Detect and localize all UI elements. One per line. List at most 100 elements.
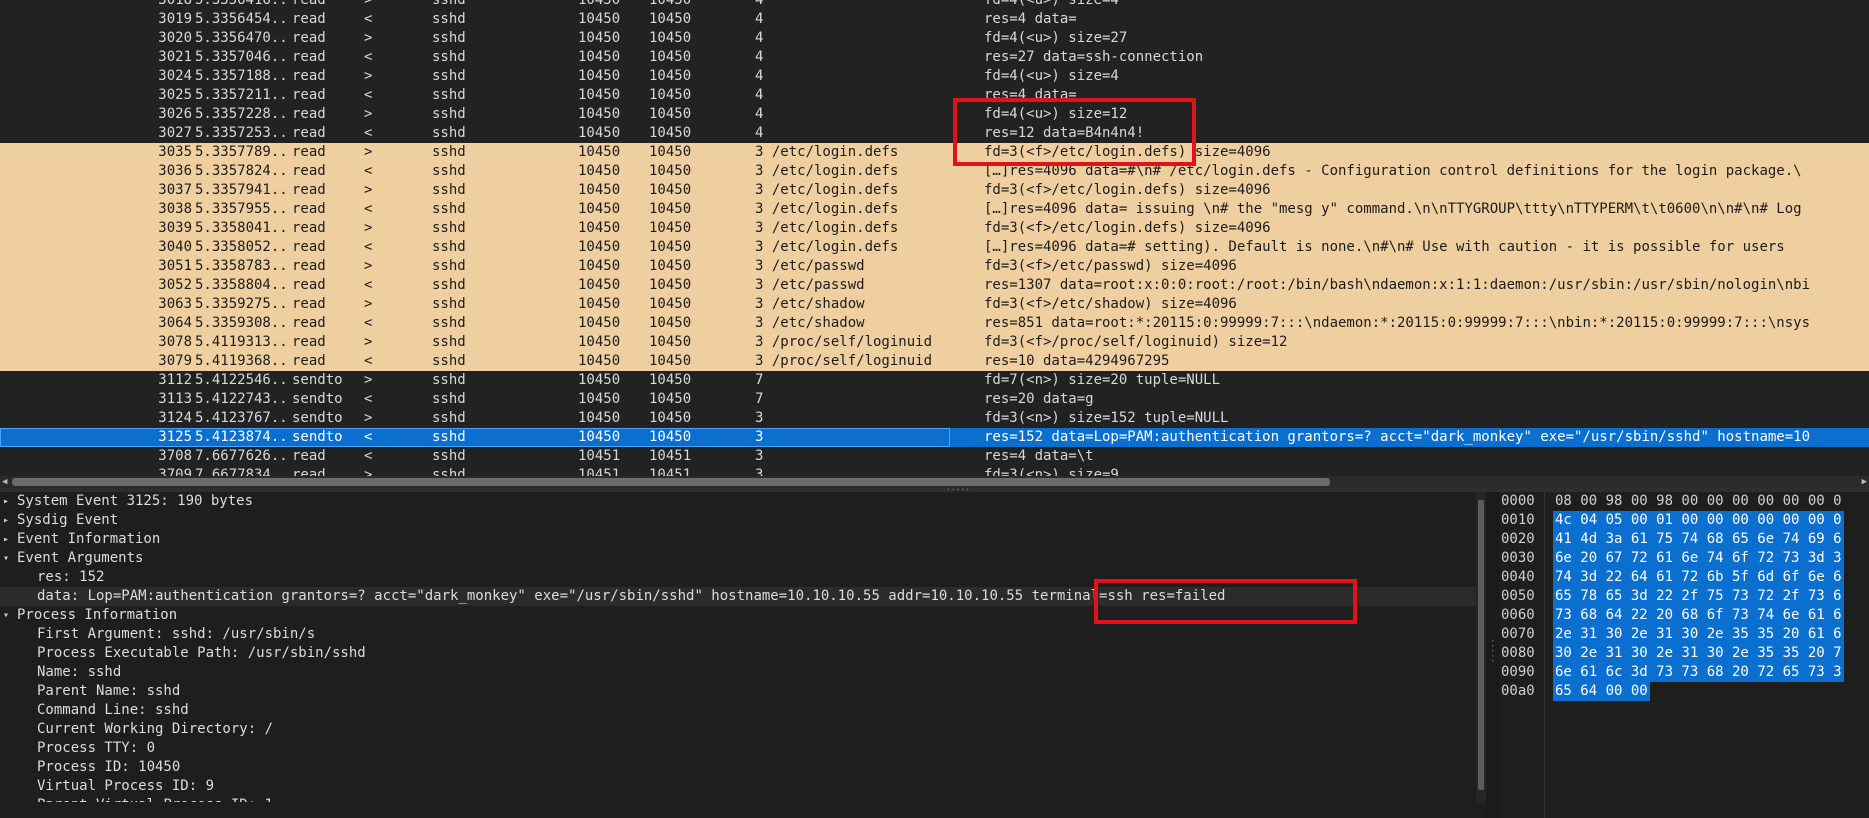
table-row[interactable]: 3709 7.6677834... read > sshd 10451 10451 3 fd=3… [0, 466, 1869, 476]
tree-item-label: Virtual Process ID: 9 [37, 778, 215, 794]
table-row[interactable]: 3020 5.3356470... read > sshd 10450 10450 4 fd=4… [0, 29, 1869, 48]
cell-time: 5.4119313... [195, 334, 290, 350]
scrollbar-thumb[interactable] [1478, 500, 1484, 790]
tree-item[interactable]: res: 152 [0, 568, 1476, 587]
table-row[interactable]: 3051 5.3358783... read > sshd 10450 10450 3 /et… [0, 257, 1869, 276]
table-row[interactable]: 3038 5.3357955... read < sshd 10450 10450 3 /et… [0, 200, 1869, 219]
scroll-right-arrow-icon[interactable]: ▶ [1862, 477, 1867, 487]
table-row[interactable]: 3035 5.3357789... read > sshd 10450 10450 3 /et… [0, 143, 1869, 162]
vertical-splitter[interactable]: · · · · · [1486, 492, 1500, 818]
hex-row[interactable]: 0040 74 3d 22 64 61 72 6b 5f 6d 6f 6e 6 [1500, 568, 1869, 587]
table-row[interactable]: 3025 5.3357211... read < sshd 10450 10450 4 res=… [0, 86, 1869, 105]
table-row[interactable]: 3026 5.3357228... read > sshd 10450 10450 4 fd=4… [0, 105, 1869, 124]
cell-call: read [292, 163, 326, 179]
table-row[interactable]: 3052 5.3358804... read < sshd 10450 10450 3 /et… [0, 276, 1869, 295]
table-row[interactable]: 3036 5.3357824... read < sshd 10450 10450 3 /et… [0, 162, 1869, 181]
table-row[interactable]: 3018 5.3356416... read > sshd 10450 10450 4 fd=4… [0, 0, 1869, 10]
table-row[interactable]: 3024 5.3357188... read > sshd 10450 10450 4 fd=4… [0, 67, 1869, 86]
hex-dump-pane[interactable]: 0000 08 00 98 00 98 00 00 00 00 00 00 0 00… [1500, 492, 1869, 818]
hex-row[interactable]: 0060 73 68 64 22 20 68 6f 73 74 6e 61 6 [1500, 606, 1869, 625]
table-row[interactable]: 3037 5.3357941... read > sshd 10450 10450 3 /et… [0, 181, 1869, 200]
table-row[interactable]: 3112 5.4122546... sendto > sshd 10450 10450 7 fd… [0, 371, 1869, 390]
cell-proc: sshd [432, 258, 466, 274]
triangle-right-icon[interactable]: ▸ [3, 511, 9, 530]
cell-pid: 10450 [578, 125, 621, 141]
table-row[interactable]: 3064 5.3359308... read < sshd 10450 10450 3 /et… [0, 314, 1869, 333]
table-row[interactable]: 3078 5.4119313... read > sshd 10450 10450 3 /pr… [0, 333, 1869, 352]
table-row[interactable]: 3019 5.3356454... read < sshd 10450 10450 4 res=… [0, 10, 1869, 29]
tree-item[interactable]: Process Executable Path: /usr/sbin/sshd [0, 644, 1476, 663]
cell-dir: > [364, 334, 373, 350]
table-row[interactable]: 3040 5.3358052... read < sshd 10450 10450 3 /et… [0, 238, 1869, 257]
hex-bytes: 6e 61 6c 3d 73 73 68 20 72 65 73 3 [1553, 663, 1844, 682]
packet-detail-tree[interactable]: ▸ System Event 3125: 190 bytes ▸ Sysdig Eve… [0, 492, 1476, 818]
hex-row[interactable]: 0010 4c 04 05 00 01 00 00 00 00 00 00 0 [1500, 511, 1869, 530]
hex-row[interactable]: 0070 2e 31 30 2e 31 30 2e 35 35 20 61 6 [1500, 625, 1869, 644]
tree-item[interactable]: ▸ Event Information [0, 530, 1476, 549]
tree-item[interactable]: Command Line: sshd [0, 701, 1476, 720]
cell-info: fd=4(<u>) size=12 [984, 106, 1128, 122]
cell-no: 3052 [158, 277, 192, 293]
tree-item[interactable]: data: Lop=PAM:authentication grantors=? … [0, 587, 1476, 606]
cell-dir: < [364, 239, 373, 255]
cell-tid: 10450 [649, 258, 692, 274]
hex-row[interactable]: 00a0 65 64 00 00 [1500, 682, 1869, 701]
hex-offset: 0010 [1501, 512, 1535, 528]
cell-pid: 10450 [578, 315, 621, 331]
cell-fd: 3 [755, 410, 764, 426]
hex-row[interactable]: 0030 6e 20 67 72 61 6e 74 6f 72 73 3d 3 [1500, 549, 1869, 568]
table-row[interactable]: 3124 5.4123767... sendto > sshd 10450 10450 3 fd… [0, 409, 1869, 428]
cell-fd: 4 [755, 68, 764, 84]
cell-fd: 4 [755, 49, 764, 65]
hex-row[interactable]: 0080 30 2e 31 30 2e 31 30 2e 35 35 20 7 [1500, 644, 1869, 663]
hex-row[interactable]: 0000 08 00 98 00 98 00 00 00 00 00 00 0 [1500, 492, 1869, 511]
cell-dir: > [364, 410, 373, 426]
scroll-left-arrow-icon[interactable]: ◀ [2, 477, 7, 487]
table-row[interactable]: 3027 5.3357253... read < sshd 10450 10450 4 res=… [0, 124, 1869, 143]
table-row[interactable]: 3021 5.3357046... read < sshd 10450 10450 4 res=… [0, 48, 1869, 67]
tree-item[interactable]: ▾ Event Arguments [0, 549, 1476, 568]
table-row[interactable]: 3708 7.6677626... read < sshd 10451 10451 3 res=… [0, 447, 1869, 466]
detail-vertical-scrollbar[interactable] [1476, 492, 1486, 802]
cell-info: fd=3(<n>) size=9 [984, 467, 1119, 476]
cell-time: 5.3357824... [195, 163, 290, 179]
cell-tid: 10450 [649, 239, 692, 255]
tree-item[interactable]: First Argument: sshd: /usr/sbin/s [0, 625, 1476, 644]
tree-item[interactable]: Name: sshd [0, 663, 1476, 682]
tree-item[interactable]: Virtual Process ID: 9 [0, 777, 1476, 796]
cell-pid: 10450 [578, 372, 621, 388]
tree-item[interactable]: Current Working Directory: / [0, 720, 1476, 739]
triangle-down-icon[interactable]: ▾ [3, 606, 9, 625]
hex-row[interactable]: 0020 41 4d 3a 61 75 74 68 65 6e 74 69 6 [1500, 530, 1869, 549]
table-row-selected[interactable]: 3125 5.4123874... sendto < sshd 10450 10450 3 re… [0, 428, 1869, 447]
cell-call: read [292, 277, 326, 293]
hex-row[interactable]: 0050 65 78 65 3d 22 2f 75 73 72 2f 73 6 [1500, 587, 1869, 606]
cell-time: 5.3358041... [195, 220, 290, 236]
cell-call: read [292, 106, 326, 122]
tree-item[interactable]: Process TTY: 0 [0, 739, 1476, 758]
hex-bytes: 41 4d 3a 61 75 74 68 65 6e 74 69 6 [1553, 530, 1844, 549]
tree-item[interactable]: Process ID: 10450 [0, 758, 1476, 777]
packet-list-horizontal-scrollbar[interactable]: ◀ ▶ [0, 476, 1869, 488]
tree-item[interactable]: ▸ System Event 3125: 190 bytes [0, 492, 1476, 511]
tree-item-label: Name: sshd [37, 664, 122, 680]
tree-item[interactable]: Parent Name: sshd [0, 682, 1476, 701]
cell-no: 3063 [158, 296, 192, 312]
triangle-right-icon[interactable]: ▸ [3, 492, 9, 511]
packet-list[interactable]: 3018 5.3356416... read > sshd 10450 10450 4 fd=4… [0, 0, 1869, 476]
hex-row[interactable]: 0090 6e 61 6c 3d 73 73 68 20 72 65 73 3 [1500, 663, 1869, 682]
table-row[interactable]: 3063 5.3359275... read > sshd 10450 10450 3 /et… [0, 295, 1869, 314]
cell-info: res=851 data=root:*:20115:0:99999:7:::\n… [984, 315, 1811, 331]
triangle-down-icon[interactable]: ▾ [3, 549, 9, 568]
cell-tid: 10450 [649, 0, 692, 8]
table-row[interactable]: 3113 5.4122743... sendto < sshd 10450 10450 7 re… [0, 390, 1869, 409]
tree-item[interactable]: ▸ Sysdig Event [0, 511, 1476, 530]
scrollbar-thumb[interactable] [12, 478, 1330, 486]
cell-tid: 10450 [649, 220, 692, 236]
tree-item[interactable]: ▾ Process Information [0, 606, 1476, 625]
table-row[interactable]: 3039 5.3358041... read > sshd 10450 10450 3 /et… [0, 219, 1869, 238]
cell-fd: 7 [755, 391, 764, 407]
cell-dir: > [364, 106, 373, 122]
table-row[interactable]: 3079 5.4119368... read < sshd 10450 10450 3 /pr… [0, 352, 1869, 371]
triangle-right-icon[interactable]: ▸ [3, 530, 9, 549]
